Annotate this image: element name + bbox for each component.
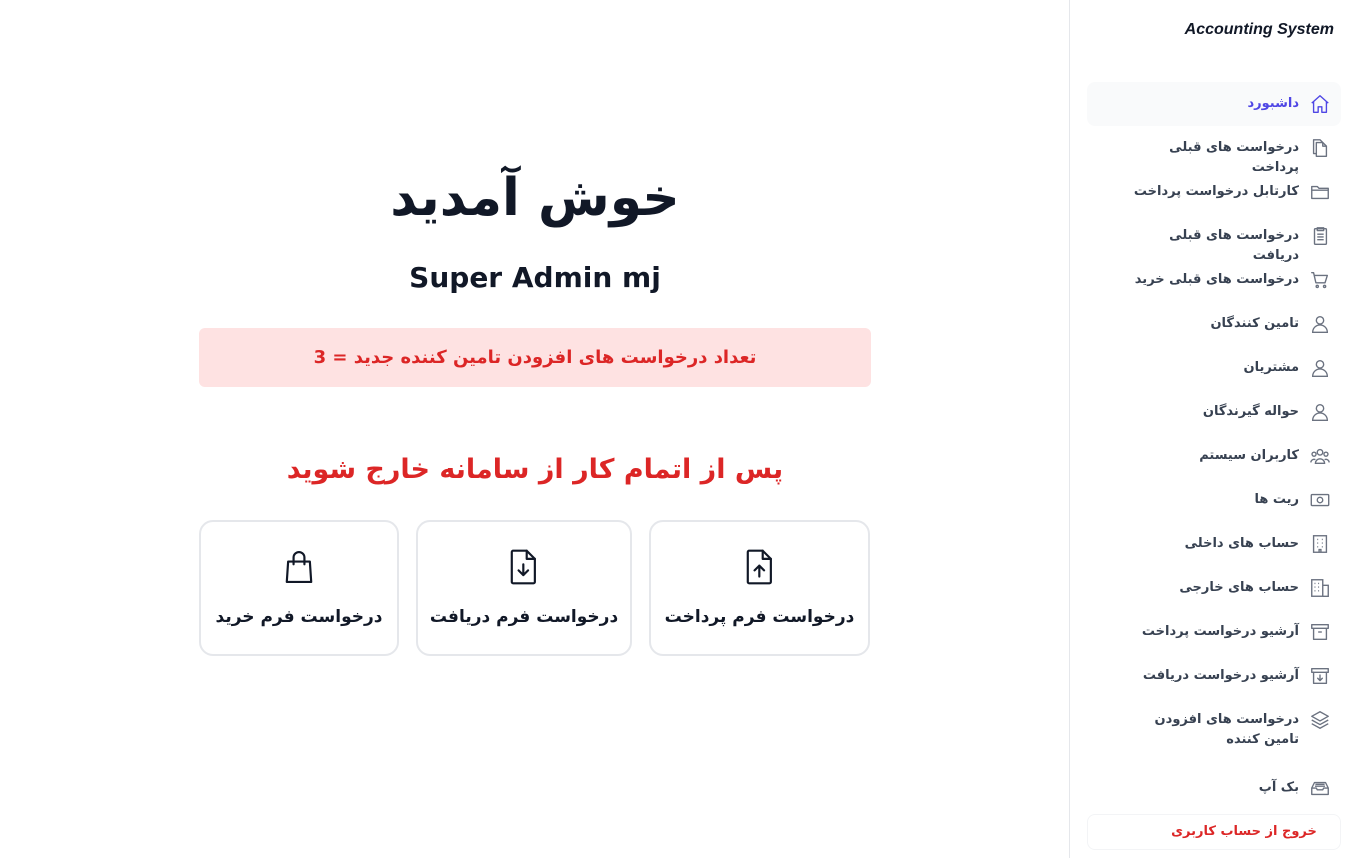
cart-icon bbox=[1309, 269, 1331, 291]
archive-download-icon bbox=[1309, 665, 1331, 687]
receive-form-card[interactable]: درخواست فرم دریافت bbox=[416, 520, 632, 656]
supplier-requests-alert: تعداد درخواست های افزودن تامین کننده جدی… bbox=[199, 328, 871, 387]
shopping-bag-icon bbox=[282, 548, 316, 586]
archive-icon bbox=[1309, 621, 1331, 643]
receive-form-label: درخواست فرم دریافت bbox=[429, 607, 619, 627]
logout-button[interactable]: خروج از حساب کاربری bbox=[1087, 814, 1341, 850]
sidebar-item-label: آرشیو درخواست پرداخت bbox=[1141, 624, 1299, 639]
sidebar-item-label: درخواست های قبلی خرید bbox=[1134, 272, 1299, 287]
sidebar-item-add-supplier-requests[interactable]: درخواست های افزودن تامین کننده bbox=[1087, 698, 1341, 766]
folder-icon bbox=[1309, 181, 1331, 203]
sidebar-item-internal-accounts[interactable]: حساب های داخلی bbox=[1087, 522, 1341, 566]
clipboard-icon bbox=[1309, 225, 1331, 247]
sidebar: Accounting System داشبورد درخواست های قب… bbox=[1069, 0, 1356, 858]
sidebar-item-label: داشبورد bbox=[1247, 96, 1299, 111]
user-icon bbox=[1309, 357, 1331, 379]
sidebar-item-system-users[interactable]: کاربران سیستم bbox=[1087, 434, 1341, 478]
sidebar-item-label: حساب های داخلی bbox=[1184, 536, 1299, 551]
sidebar-item-label: بک آپ bbox=[1258, 780, 1299, 795]
users-icon bbox=[1309, 445, 1331, 467]
sidebar-item-customers[interactable]: مشتریان bbox=[1087, 346, 1341, 390]
sidebar-item-label: آرشیو درخواست دریافت bbox=[1142, 668, 1299, 683]
purchase-form-label: درخواست فرم خرید bbox=[215, 607, 383, 627]
sidebar-item-label: درخواست های قبلی دریافت bbox=[1169, 228, 1299, 263]
home-icon bbox=[1309, 93, 1331, 115]
main-content: خوش آمدید Super Admin mj تعداد درخواست ه… bbox=[0, 0, 1069, 858]
sidebar-item-external-accounts[interactable]: حساب های خارجی bbox=[1087, 566, 1341, 610]
user-icon bbox=[1309, 401, 1331, 423]
sidebar-item-remittance-recipients[interactable]: حواله گیرندگان bbox=[1087, 390, 1341, 434]
sidebar-item-previous-receive-requests[interactable]: درخواست های قبلی دریافت bbox=[1087, 214, 1341, 263]
sidebar-item-backup[interactable]: بک آپ bbox=[1087, 766, 1341, 810]
layers-icon bbox=[1309, 709, 1331, 731]
sidebar-item-suppliers[interactable]: تامین کنندگان bbox=[1087, 302, 1341, 346]
sidebar-item-label: کارتابل درخواست پرداخت bbox=[1133, 184, 1299, 199]
sidebar-item-previous-payment-requests[interactable]: درخواست های قبلی پرداخت bbox=[1087, 126, 1341, 175]
document-upload-icon bbox=[743, 548, 777, 586]
sidebar-item-dashboard[interactable]: داشبورد bbox=[1087, 82, 1341, 126]
sidebar-item-label: کاربران سیستم bbox=[1199, 448, 1299, 463]
sidebar-item-label: مشتریان bbox=[1243, 360, 1299, 375]
sidebar-item-receive-archive[interactable]: آرشیو درخواست دریافت bbox=[1087, 654, 1341, 698]
sidebar-item-label: حساب های خارجی bbox=[1179, 580, 1299, 595]
app-title: Accounting System bbox=[1184, 21, 1334, 38]
documents-icon bbox=[1309, 137, 1331, 159]
sidebar-item-label: درخواست های قبلی پرداخت bbox=[1169, 140, 1299, 175]
sidebar-item-label: تامین کنندگان bbox=[1210, 316, 1299, 331]
sidebar-item-label: ریت ها bbox=[1254, 492, 1299, 507]
payment-form-card[interactable]: درخواست فرم پرداخت bbox=[649, 520, 870, 656]
document-download-icon bbox=[507, 548, 541, 586]
purchase-form-card[interactable]: درخواست فرم خرید bbox=[199, 520, 399, 656]
office-building-icon bbox=[1309, 577, 1331, 599]
sidebar-item-label: درخواست های افزودن تامین کننده bbox=[1154, 712, 1299, 747]
inbox-stack-icon bbox=[1309, 777, 1331, 799]
welcome-title: خوش آمدید bbox=[390, 168, 680, 228]
payment-form-label: درخواست فرم پرداخت bbox=[664, 607, 855, 627]
cash-icon bbox=[1309, 489, 1331, 511]
sidebar-nav: داشبورد درخواست های قبلی پرداخت کارتابل … bbox=[1087, 82, 1341, 810]
sidebar-item-payment-archive[interactable]: آرشیو درخواست پرداخت bbox=[1087, 610, 1341, 654]
sidebar-item-rates[interactable]: ریت ها bbox=[1087, 478, 1341, 522]
username: Super Admin mj bbox=[409, 261, 661, 294]
user-icon bbox=[1309, 313, 1331, 335]
sidebar-item-label: حواله گیرندگان bbox=[1202, 404, 1299, 419]
building-icon bbox=[1309, 533, 1331, 555]
logout-reminder: پس از اتمام کار از سامانه خارج شوید bbox=[286, 454, 784, 485]
